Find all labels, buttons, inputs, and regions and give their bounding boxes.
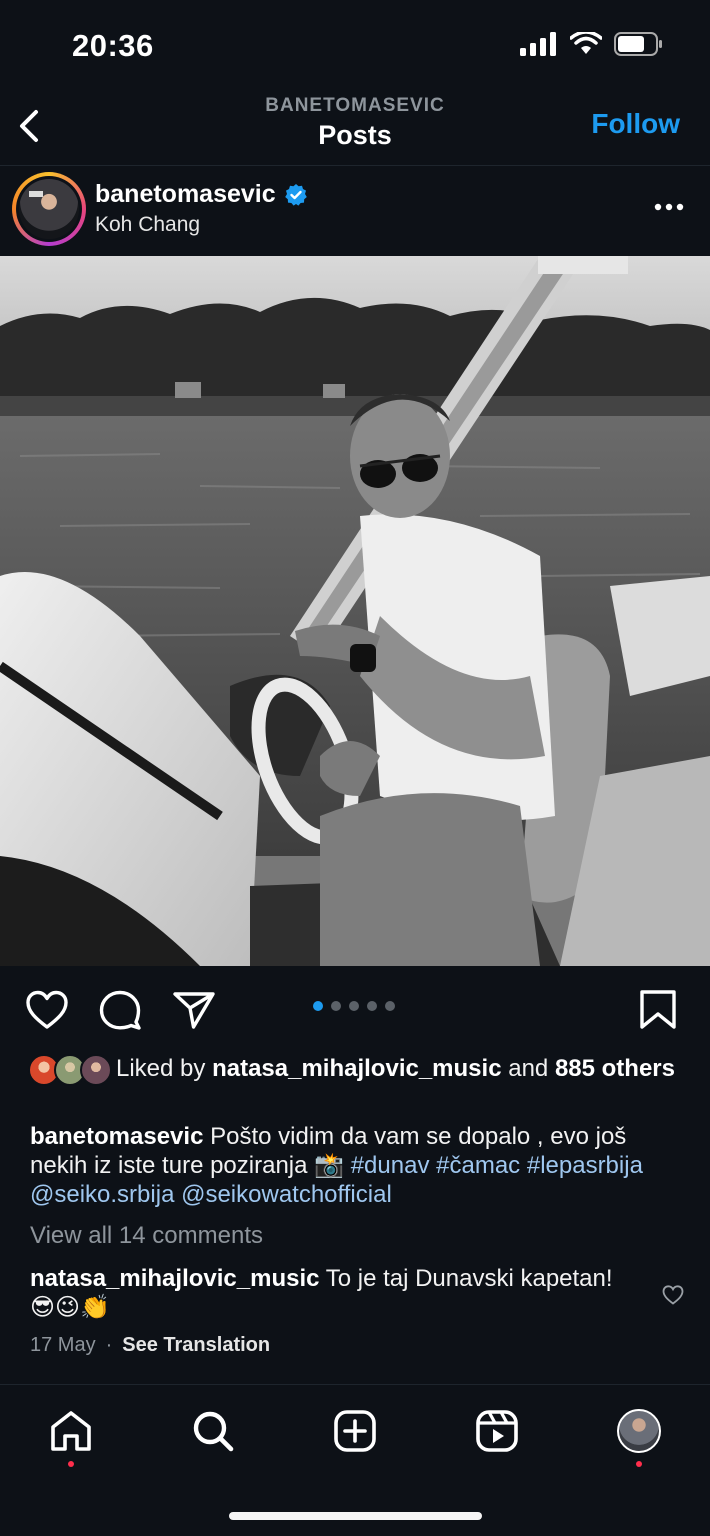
hashtag-link[interactable]: #lepasrbija [527,1152,643,1179]
view-all-comments-link[interactable]: View all 14 comments [30,1222,263,1250]
liker-avatar [80,1054,112,1086]
top-liker-username[interactable]: natasa_mihajlovic_music [212,1055,501,1082]
mention-link[interactable]: @seikowatchofficial [181,1181,392,1208]
post-username[interactable]: banetomasevic [95,180,276,209]
status-bar: 20:36 [0,0,710,92]
post-meta: 17 May · See Translation [30,1334,270,1357]
search-icon[interactable] [191,1409,235,1453]
share-icon[interactable] [172,990,216,1030]
post-date: 17 May [30,1334,96,1356]
likes-text: Liked by natasa_mihajlovic_music and 885… [116,1055,675,1082]
comment-like-heart-icon[interactable] [662,1285,684,1305]
story-ring[interactable] [12,172,86,246]
carousel-dot [367,1001,377,1011]
likes-row[interactable]: Liked by natasa_mihajlovic_music and 885… [28,1054,678,1086]
top-comment: natasa_mihajlovic_music To je taj Dunavs… [30,1264,630,1322]
status-time: 20:36 [72,28,154,63]
verified-badge-icon [284,183,307,206]
mention-link[interactable]: @seiko.srbija [30,1181,174,1208]
post-caption: banetomasevic Pošto vidim da vam se dopa… [30,1122,690,1209]
likes-count[interactable]: 885 others [555,1055,675,1082]
wifi-icon [570,32,602,54]
create-icon[interactable] [333,1409,377,1453]
avatar [19,179,79,239]
carousel-dot [385,1001,395,1011]
comment-icon[interactable] [98,990,142,1030]
see-translation-link[interactable]: See Translation [122,1334,270,1357]
follow-button[interactable]: Follow [591,108,680,140]
hashtag-link[interactable]: #čamac [436,1152,520,1179]
bookmark-icon[interactable] [637,990,681,1030]
home-icon[interactable] [49,1409,93,1453]
profile-notification-dot [636,1461,642,1467]
photo-illustration [0,256,710,966]
liker-avatars [28,1054,114,1088]
status-icons [520,32,664,56]
carousel-dot-active [313,1001,323,1011]
top-nav: BANETOMASEVIC Posts Follow [0,92,710,166]
signal-icon [520,32,556,56]
battery-icon [614,32,662,56]
caption-username[interactable]: banetomasevic [30,1123,203,1150]
carousel-dot [331,1001,341,1011]
carousel-dot [349,1001,359,1011]
post-location[interactable]: Koh Chang [95,213,200,237]
home-indicator [229,1512,482,1520]
like-heart-icon[interactable] [25,990,69,1030]
profile-avatar-tab[interactable] [617,1409,661,1453]
post-header: banetomasevic Koh Chang [0,168,710,256]
more-options-icon[interactable] [654,203,684,211]
post-photo[interactable] [0,256,710,966]
reels-icon[interactable] [475,1409,519,1453]
hashtag-link[interactable]: #dunav [351,1152,430,1179]
carousel-indicator [313,1001,395,1011]
meta-separator: · [105,1334,113,1356]
comment-username[interactable]: natasa_mihajlovic_music [30,1265,319,1292]
home-notification-dot [68,1461,74,1467]
